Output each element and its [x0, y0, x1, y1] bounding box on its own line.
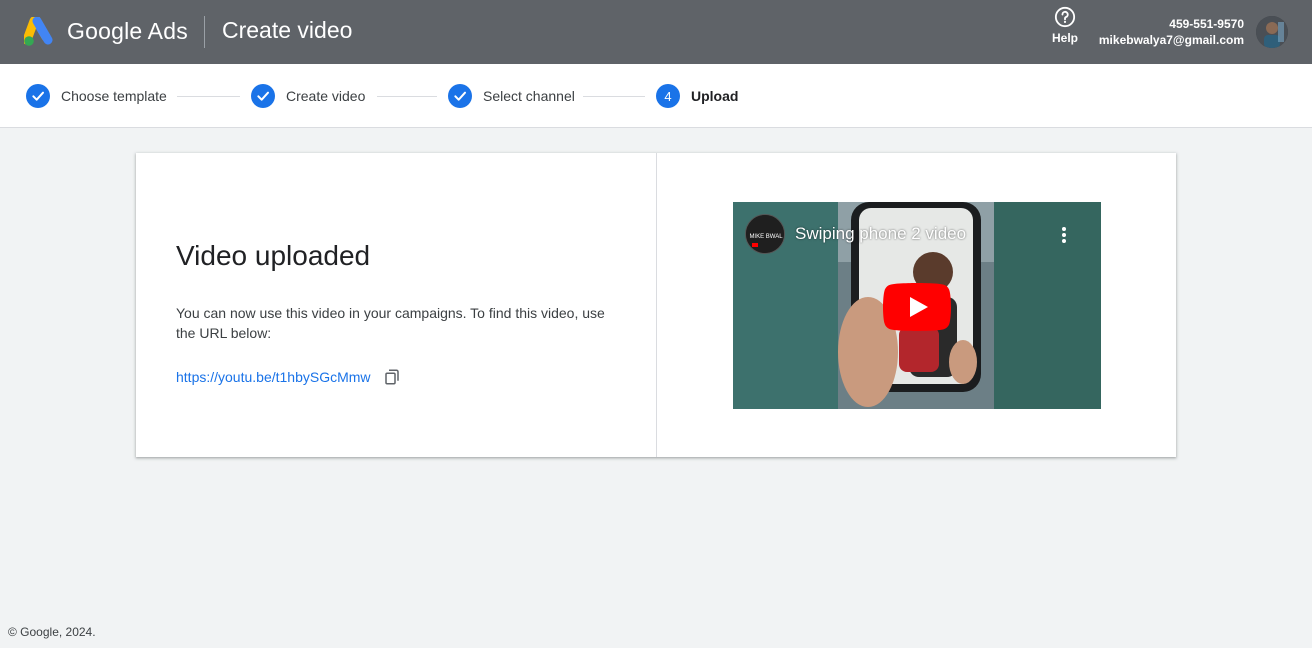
app-header: Google Ads Create video Help 459-551-957… — [0, 0, 1312, 64]
step-label: Upload — [691, 88, 739, 104]
play-icon[interactable] — [883, 283, 951, 331]
video-title[interactable]: Swiping phone 2 video — [795, 224, 966, 244]
avatar[interactable] — [1256, 16, 1288, 48]
avatar-image — [1256, 16, 1288, 48]
step-upload[interactable]: 4 Upload — [656, 84, 738, 108]
step-connector — [177, 96, 240, 97]
step-choose-template[interactable]: Choose template — [26, 84, 167, 108]
step-label: Choose template — [61, 88, 167, 104]
step-label: Create video — [286, 88, 366, 104]
step-select-channel[interactable]: Select channel — [448, 84, 575, 108]
url-row: https://youtu.be/t1hbySGcMmw — [176, 368, 401, 386]
footer-copyright: © Google, 2024. — [8, 625, 96, 639]
check-icon — [26, 84, 50, 108]
card-description: You can now use this video in your campa… — [176, 305, 605, 341]
brand-name: Google Ads — [67, 18, 188, 44]
account-email: mikebwalya7@gmail.com — [1098, 33, 1244, 47]
upload-result-card: Video uploaded You can now use this vide… — [136, 153, 1176, 457]
step-connector — [377, 96, 437, 97]
channel-avatar[interactable]: MIKE BWAL — [745, 214, 785, 254]
step-create-video[interactable]: Create video — [251, 84, 365, 108]
step-number: 4 — [656, 84, 680, 108]
header-divider — [204, 16, 205, 48]
account-info[interactable]: 459-551-9570 mikebwalya7@gmail.com — [1099, 16, 1244, 48]
page-title: Create video — [222, 17, 353, 43]
channel-avatar-text: MIKE BWAL — [749, 234, 783, 240]
card-title: Video uploaded — [176, 240, 371, 271]
account-id: 459-551-9570 — [1169, 17, 1244, 31]
check-icon — [448, 84, 472, 108]
help-button[interactable]: Help — [1047, 6, 1083, 56]
more-vert-icon[interactable] — [1055, 224, 1073, 246]
step-connector — [583, 96, 645, 97]
progress-stepper: Choose template Create video Select chan… — [0, 64, 1312, 128]
help-label: Help — [1051, 31, 1078, 45]
step-label: Select channel — [483, 88, 575, 104]
video-url-link[interactable]: https://youtu.be/t1hbySGcMmw — [176, 369, 371, 385]
google-ads-logo-icon[interactable] — [24, 17, 56, 47]
video-player[interactable]: MIKE BWAL Swiping phone 2 video — [733, 202, 1101, 409]
check-icon — [251, 84, 275, 108]
help-icon — [1054, 6, 1076, 28]
copy-icon[interactable] — [383, 368, 401, 386]
card-divider — [656, 153, 657, 457]
